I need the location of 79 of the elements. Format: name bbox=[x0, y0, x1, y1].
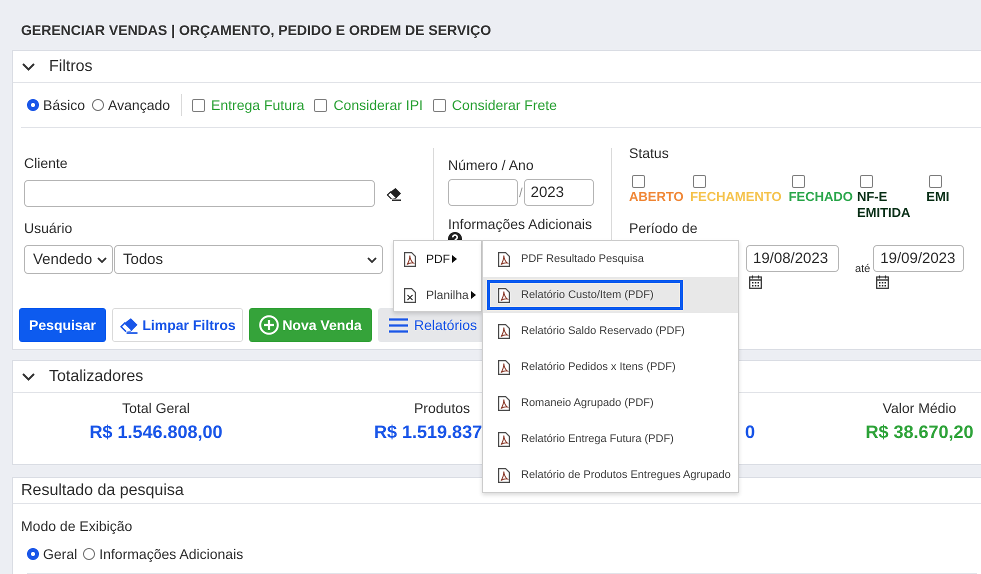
panel-title: Resultado da pesquisa bbox=[21, 482, 184, 500]
checkbox-label: Considerar IPI bbox=[333, 97, 423, 113]
user-type-select[interactable]: Vendedo bbox=[24, 245, 113, 274]
eraser-icon bbox=[386, 186, 402, 200]
radio-label: Avançado bbox=[108, 97, 170, 113]
pdf-file-icon bbox=[498, 252, 510, 266]
radio-label: Geral bbox=[43, 546, 78, 562]
menu-item[interactable]: PDF Resultado Pesquisa bbox=[483, 241, 738, 277]
checkbox[interactable] bbox=[432, 98, 446, 112]
field-label: Cliente bbox=[24, 155, 68, 171]
total-label: Valor Médio bbox=[882, 400, 956, 416]
clear-filters-button[interactable]: Limpar Filtros bbox=[112, 308, 243, 342]
caret-icon bbox=[452, 255, 457, 263]
pdf-file-icon bbox=[498, 324, 510, 338]
menu-item[interactable]: Relatório Entrega Futura (PDF) bbox=[483, 421, 738, 457]
checkbox[interactable] bbox=[860, 175, 873, 188]
pdf-file-icon bbox=[498, 468, 510, 482]
status-label: FECHAMENTO bbox=[690, 189, 782, 205]
field-label: Informações Adicionais bbox=[448, 216, 592, 232]
total-value: R$ 1.546.808,00 bbox=[89, 421, 223, 444]
calendar-icon bbox=[876, 275, 890, 289]
menu-item[interactable]: Relatório Pedidos x Itens (PDF) bbox=[483, 349, 738, 385]
field-label: Status bbox=[629, 145, 669, 161]
total-value: 0 bbox=[744, 421, 755, 444]
checkbox[interactable] bbox=[929, 175, 942, 188]
total-value: R$ 38.670,20 bbox=[865, 421, 974, 444]
field-label: Modo de Exibição bbox=[21, 518, 134, 534]
plus-circle-icon bbox=[259, 315, 280, 335]
field-label: Período de bbox=[629, 220, 698, 236]
status-label: EMI bbox=[926, 189, 950, 205]
status-label: NF-E EMITIDA bbox=[856, 189, 912, 221]
checkbox[interactable] bbox=[314, 98, 328, 112]
field-label: Usuário bbox=[24, 220, 72, 236]
panel-title: Filtros bbox=[49, 58, 93, 76]
page-title: GERENCIAR VENDAS | ORÇAMENTO, PEDIDO E ORDEM DE SERVIÇO bbox=[21, 22, 492, 38]
total-value: R$ 1.519.837 bbox=[374, 421, 482, 444]
status-label: ABERTO bbox=[629, 189, 684, 205]
radio-button[interactable] bbox=[27, 99, 39, 111]
checkbox[interactable] bbox=[632, 175, 645, 188]
checkbox[interactable] bbox=[192, 98, 206, 112]
pdf-file-icon bbox=[404, 252, 416, 266]
chevron-icon bbox=[97, 256, 107, 262]
pdf-file-icon bbox=[498, 360, 510, 374]
checkbox-label: Considerar Frete bbox=[452, 97, 557, 113]
pdf-file-icon bbox=[498, 396, 510, 410]
menu-item[interactable]: Relatório de Produtos Entregues Agrupado bbox=[483, 457, 738, 493]
eraser-icon bbox=[119, 316, 140, 334]
client-input[interactable] bbox=[24, 180, 375, 207]
panel-title: Totalizadores bbox=[49, 368, 144, 386]
pdf-file-icon bbox=[498, 432, 510, 446]
radio-label: Informações Adicionais bbox=[99, 546, 244, 562]
total-label: Total Geral bbox=[122, 400, 190, 416]
pdf-file-icon bbox=[498, 288, 510, 302]
until-label: até bbox=[855, 263, 870, 275]
date-input[interactable]: 19/09/2023 bbox=[873, 245, 964, 272]
date-input[interactable]: 19/08/2023 bbox=[746, 245, 839, 272]
checkbox[interactable] bbox=[792, 175, 805, 188]
chevron-icon bbox=[367, 256, 377, 262]
separator-text: / bbox=[518, 185, 524, 200]
number-input[interactable] bbox=[448, 179, 518, 206]
status-label: FECHADO bbox=[788, 189, 853, 205]
spreadsheet-file-icon bbox=[404, 288, 416, 302]
menu-item[interactable]: Relatório Custo/Item (PDF) bbox=[483, 277, 738, 313]
radio-button[interactable] bbox=[92, 99, 104, 111]
radio-button[interactable] bbox=[27, 548, 39, 560]
menu-item[interactable]: PDF bbox=[394, 241, 481, 277]
radio-label: Básico bbox=[43, 97, 86, 113]
caret-icon bbox=[470, 291, 476, 299]
year-input[interactable]: 2023 bbox=[524, 179, 594, 206]
menu-icon bbox=[389, 318, 408, 332]
search-button[interactable]: Pesquisar bbox=[19, 308, 106, 342]
radio-button[interactable] bbox=[83, 548, 96, 560]
field-label: Número / Ano bbox=[448, 157, 534, 173]
user-select[interactable]: Todos bbox=[114, 245, 383, 274]
calendar-icon bbox=[749, 275, 762, 289]
checkbox[interactable] bbox=[693, 175, 706, 188]
checkbox-label: Entrega Futura bbox=[211, 97, 304, 113]
menu-item[interactable]: Romaneio Agrupado (PDF) bbox=[483, 385, 738, 421]
total-label: Produtos bbox=[414, 400, 470, 416]
